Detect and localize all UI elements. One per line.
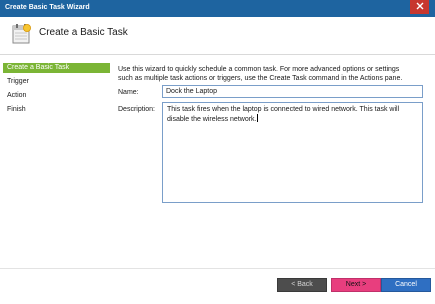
intro-line: such as multiple task actions or trigger… [118,75,403,82]
wizard-window: Create Basic Task Wizard Create a Basic … [0,0,435,304]
close-button[interactable] [410,0,429,14]
intro-text: Use this wizard to quickly schedule a co… [118,65,418,83]
description-line-with-caret: disable the wireless network. [167,114,418,124]
close-icon [416,2,424,12]
intro-line: Use this wizard to quickly schedule a co… [118,66,400,73]
description-line: disable the wireless network. [167,116,257,123]
task-scheduler-calendar-icon [12,23,32,45]
back-button[interactable]: < Back [277,278,327,292]
sidebar-item-finish[interactable]: Finish [3,105,110,115]
footer-divider [0,268,435,269]
window-title: Create Basic Task Wizard [5,4,90,11]
description-line: This task fires when the laptop is conne… [167,106,400,113]
name-label: Name: [118,89,139,96]
description-label: Description: [118,106,155,113]
next-button[interactable]: Next > [331,278,381,292]
sidebar-item-action[interactable]: Action [3,91,110,101]
page-title: Create a Basic Task [39,27,128,38]
wizard-header: Create a Basic Task [0,17,435,55]
sidebar-item-trigger[interactable]: Trigger [3,77,110,87]
text-caret [256,114,258,122]
description-field[interactable]: This task fires when the laptop is conne… [162,102,423,203]
wizard-steps-sidebar: Create a Basic Task Trigger Action Finis… [3,63,110,119]
name-field[interactable]: Dock the Laptop [162,85,423,98]
sidebar-item-create-basic-task[interactable]: Create a Basic Task [3,63,110,73]
cancel-button[interactable]: Cancel [381,278,431,292]
title-bar[interactable]: Create Basic Task Wizard [0,0,435,17]
